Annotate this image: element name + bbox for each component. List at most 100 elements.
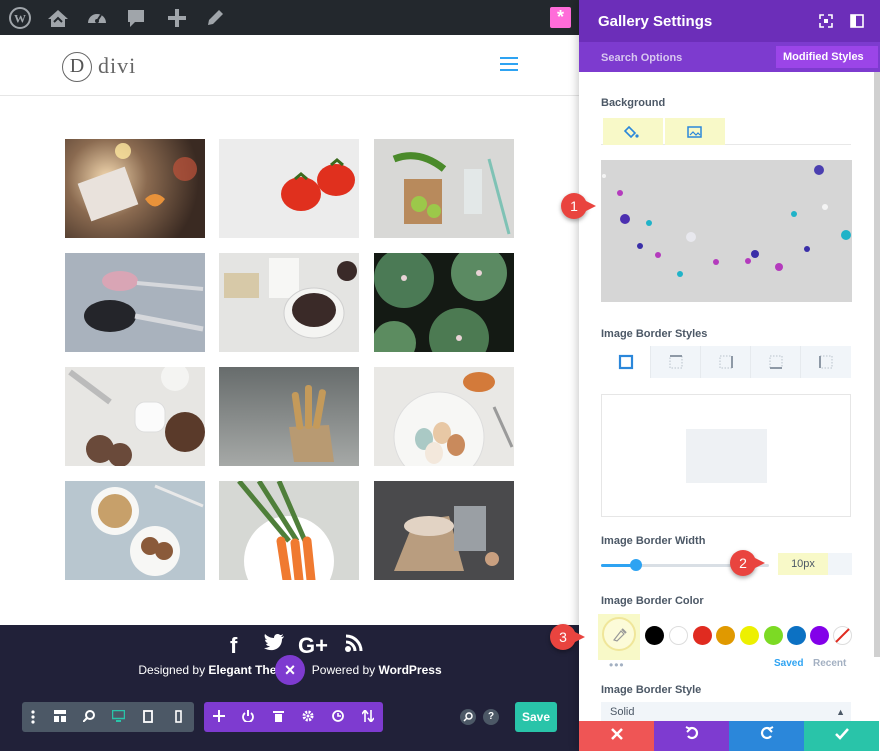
slider-handle[interactable] (630, 559, 643, 571)
callout-1: 1 (561, 193, 596, 219)
view-toolbar (22, 702, 194, 732)
gallery-image[interactable] (65, 253, 205, 352)
gallery-image[interactable] (65, 481, 205, 580)
border-preview (601, 394, 851, 517)
save-button[interactable]: Save (515, 702, 557, 732)
search-options-link[interactable]: Search Options (601, 52, 682, 64)
gallery-image[interactable] (219, 139, 359, 238)
color-swatch[interactable] (810, 626, 829, 645)
gear-icon[interactable] (294, 702, 322, 732)
border-width-value[interactable]: 10px (778, 553, 828, 575)
border-bottom-tab[interactable] (751, 346, 801, 378)
color-swatch[interactable] (764, 626, 783, 645)
help-button[interactable]: ? (483, 709, 499, 725)
wordpress-icon[interactable]: W (9, 7, 31, 29)
color-swatch[interactable] (693, 626, 712, 645)
rss-icon[interactable] (344, 633, 364, 659)
portability-icon[interactable] (354, 702, 382, 732)
background-image-tab[interactable] (665, 118, 725, 145)
google-plus-icon[interactable]: G+ (298, 633, 328, 659)
gallery-image[interactable] (374, 481, 514, 580)
modified-styles-filter[interactable]: Modified Styles × (776, 46, 878, 85)
no-color-swatch[interactable] (833, 626, 852, 645)
eyedropper-icon[interactable] (602, 617, 636, 651)
panel-scrollbar[interactable] (874, 72, 880, 657)
history-icon[interactable] (324, 702, 352, 732)
color-swatch[interactable] (740, 626, 759, 645)
site-header: D divi (0, 35, 580, 96)
expand-icon[interactable] (819, 14, 833, 28)
redo-button[interactable] (729, 721, 804, 751)
power-icon[interactable] (234, 702, 262, 732)
background-label: Background (601, 97, 666, 109)
kebab-menu-icon[interactable] (22, 702, 44, 732)
edit-icon[interactable] (204, 7, 226, 29)
social-links: f G+ (230, 633, 370, 659)
saved-colors-tab[interactable]: Saved (774, 658, 803, 669)
border-width-label: Image Border Width (601, 535, 706, 547)
border-styles-label: Image Border Styles (601, 328, 708, 340)
phone-view-icon[interactable] (164, 702, 192, 732)
gallery-image[interactable] (374, 253, 514, 352)
callout-3: 3 (550, 624, 585, 650)
border-color-label: Image Border Color (601, 595, 704, 607)
close-icon[interactable]: × (788, 73, 794, 85)
desktop-view-icon[interactable] (104, 702, 132, 732)
color-swatch[interactable] (645, 626, 664, 645)
divi-builder-badge[interactable]: * (550, 7, 571, 28)
close-builder-button[interactable]: × (275, 655, 305, 685)
site-footer: f G+ Designed by Elegant The Powered by … (0, 625, 580, 751)
border-width-input[interactable]: 10px (778, 553, 852, 575)
color-picker-button[interactable] (598, 614, 640, 660)
page-toolbar (204, 702, 383, 732)
logo-mark[interactable]: D (62, 52, 92, 82)
border-style-label: Image Border Style (601, 684, 702, 696)
apply-button[interactable] (804, 721, 879, 751)
search-icon[interactable] (460, 709, 476, 725)
gallery-image[interactable] (65, 367, 205, 466)
twitter-icon[interactable] (263, 633, 285, 659)
border-style-select[interactable]: Solid ▲ (601, 702, 851, 722)
more-colors-icon[interactable]: ••• (609, 658, 625, 672)
panel-subheader: Search Options Modified Styles × (579, 42, 880, 85)
border-right-tab[interactable] (701, 346, 751, 378)
gallery-image[interactable] (65, 139, 205, 238)
callout-2: 2 (730, 550, 765, 576)
gallery-image[interactable] (374, 139, 514, 238)
dashboard-home-icon[interactable] (47, 7, 69, 29)
color-swatch[interactable] (669, 626, 688, 645)
panel-header: Gallery Settings (579, 0, 880, 42)
border-top-tab[interactable] (651, 346, 701, 378)
wireframe-view-icon[interactable] (46, 702, 74, 732)
panel-title: Gallery Settings (598, 13, 713, 30)
svg-text:W: W (14, 12, 26, 26)
border-left-tab[interactable] (801, 346, 851, 378)
gallery-image[interactable] (219, 253, 359, 352)
discard-button[interactable] (579, 721, 654, 751)
designer-link[interactable]: Elegant The (208, 663, 276, 677)
zoom-icon[interactable] (75, 702, 103, 732)
gallery-image[interactable] (219, 367, 359, 466)
logo-text[interactable]: divi (98, 53, 136, 79)
gallery-image[interactable] (219, 481, 359, 580)
customize-icon[interactable] (86, 7, 108, 29)
dock-icon[interactable] (850, 14, 864, 28)
trash-icon[interactable] (264, 702, 292, 732)
menu-icon[interactable] (500, 57, 518, 71)
gallery-settings-panel: Gallery Settings Search Options Modified… (579, 0, 880, 751)
border-preview-box (686, 429, 767, 483)
color-swatch[interactable] (716, 626, 735, 645)
comments-icon[interactable] (125, 7, 147, 29)
border-all-tab[interactable] (601, 346, 651, 378)
gallery-image[interactable] (374, 367, 514, 466)
undo-button[interactable] (654, 721, 729, 751)
background-tabs (601, 115, 851, 145)
color-swatch[interactable] (787, 626, 806, 645)
tablet-view-icon[interactable] (134, 702, 162, 732)
facebook-icon[interactable]: f (230, 633, 237, 659)
add-icon[interactable] (205, 702, 233, 732)
wordpress-link[interactable]: WordPress (378, 663, 441, 677)
add-new-icon[interactable] (166, 7, 188, 29)
background-color-tab[interactable] (603, 118, 663, 145)
recent-colors-tab[interactable]: Recent (813, 658, 846, 669)
